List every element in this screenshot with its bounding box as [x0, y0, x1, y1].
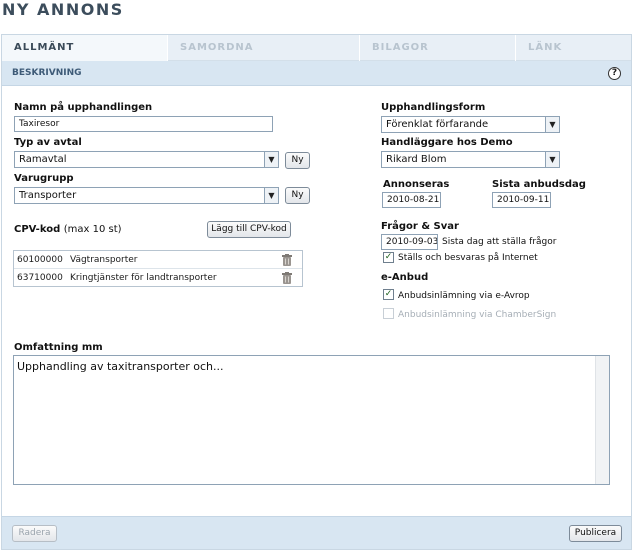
ebid-label: e-Anbud [381, 272, 429, 283]
name-label: Namn på upphandlingen [14, 102, 153, 113]
name-input[interactable]: Taxiresor [14, 116, 273, 132]
tab-bar: ALLMÄNT SAMORDNA BILAGOR LÄNK [2, 35, 631, 62]
chevron-down-icon[interactable]: ▼ [264, 152, 278, 167]
page-title: NY ANNONS [2, 0, 124, 19]
trash-icon[interactable] [282, 254, 292, 266]
qa-internet-label: Ställs och besvaras på Internet [398, 253, 538, 263]
cpv-description: Kringtjänster för landtransporter [70, 273, 217, 283]
handler-select[interactable]: Rikard Blom ▼ [381, 151, 560, 168]
procurement-label: Upphandlingsform [381, 102, 486, 113]
tab-samordna[interactable]: SAMORDNA [168, 35, 360, 61]
scope-label: Omfattning mm [14, 342, 103, 353]
procurement-select[interactable]: Förenklat förfarande ▼ [381, 116, 560, 133]
scope-text: Upphandling av taxitransporter och... [17, 360, 224, 373]
cpv-row: 63710000 Kringtjänster för landtransport… [14, 269, 302, 287]
trash-icon[interactable] [282, 272, 292, 284]
handler-label: Handläggare hos Demo [381, 137, 513, 148]
chevron-down-icon[interactable]: ▼ [264, 188, 278, 203]
tab-lank[interactable]: LÄNK [516, 35, 631, 61]
ebid-avrop-checkbox[interactable]: ✓ [383, 289, 394, 300]
cpv-list: 60100000 Vägtransporter 63710000 Kringtj… [13, 250, 303, 287]
ebid-avrop-label: Anbudsinlämning via e-Avrop [398, 291, 530, 301]
procurement-select-value: Förenklat förfarande [386, 119, 489, 130]
scope-textarea[interactable]: Upphandling av taxitransporter och... [13, 355, 610, 485]
ebid-chamber-label: Anbudsinlämning via ChamberSign [398, 310, 557, 320]
group-select[interactable]: Transporter ▼ [14, 187, 279, 204]
cpv-row: 60100000 Vägtransporter [14, 251, 302, 269]
type-select-value: Ramavtal [19, 154, 67, 165]
chevron-down-icon[interactable]: ▼ [545, 152, 559, 167]
new-group-button[interactable]: Ny [285, 187, 310, 204]
qa-internet-checkbox[interactable]: ✓ [383, 252, 394, 263]
cpv-description: Vägtransporter [70, 255, 138, 265]
cpv-label-text: CPV-kod [14, 224, 61, 235]
ebid-chamber-checkbox [383, 308, 394, 319]
cpv-hint: (max 10 st) [63, 224, 122, 235]
group-select-value: Transporter [19, 190, 77, 201]
type-label: Typ av avtal [14, 137, 82, 148]
advertised-label: Annonseras [383, 179, 450, 190]
advertised-date-input[interactable]: 2010-08-21 [382, 192, 441, 208]
chevron-down-icon[interactable]: ▼ [545, 117, 559, 132]
cpv-label: CPV-kod (max 10 st) [14, 224, 122, 235]
section-header: BESKRIVNING ? [2, 61, 631, 86]
qa-date-input[interactable]: 2010-09-03 [381, 234, 438, 250]
help-icon[interactable]: ? [608, 67, 621, 80]
add-cpv-button[interactable]: Lägg till CPV-kod [207, 221, 291, 238]
cpv-code: 60100000 [17, 255, 63, 265]
publish-button[interactable]: Publicera [569, 525, 622, 542]
deadline-label: Sista anbudsdag [492, 179, 586, 190]
tab-bilagor[interactable]: BILAGOR [360, 35, 516, 61]
form-footer: Radera Publicera [2, 516, 631, 549]
deadline-date-input[interactable]: 2010-09-11 [492, 192, 551, 208]
new-type-button[interactable]: Ny [285, 152, 310, 169]
section-title: BESKRIVNING [12, 68, 82, 78]
cpv-code: 63710000 [17, 273, 63, 283]
tab-allmant[interactable]: ALLMÄNT [2, 35, 168, 62]
delete-button[interactable]: Radera [12, 525, 57, 542]
group-label: Varugrupp [14, 173, 74, 184]
handler-select-value: Rikard Blom [386, 154, 447, 165]
type-select[interactable]: Ramavtal ▼ [14, 151, 279, 168]
qa-date-hint: Sista dag att ställa frågor [442, 237, 557, 247]
scrollbar[interactable] [595, 356, 609, 484]
qa-label: Frågor & Svar [381, 221, 459, 232]
